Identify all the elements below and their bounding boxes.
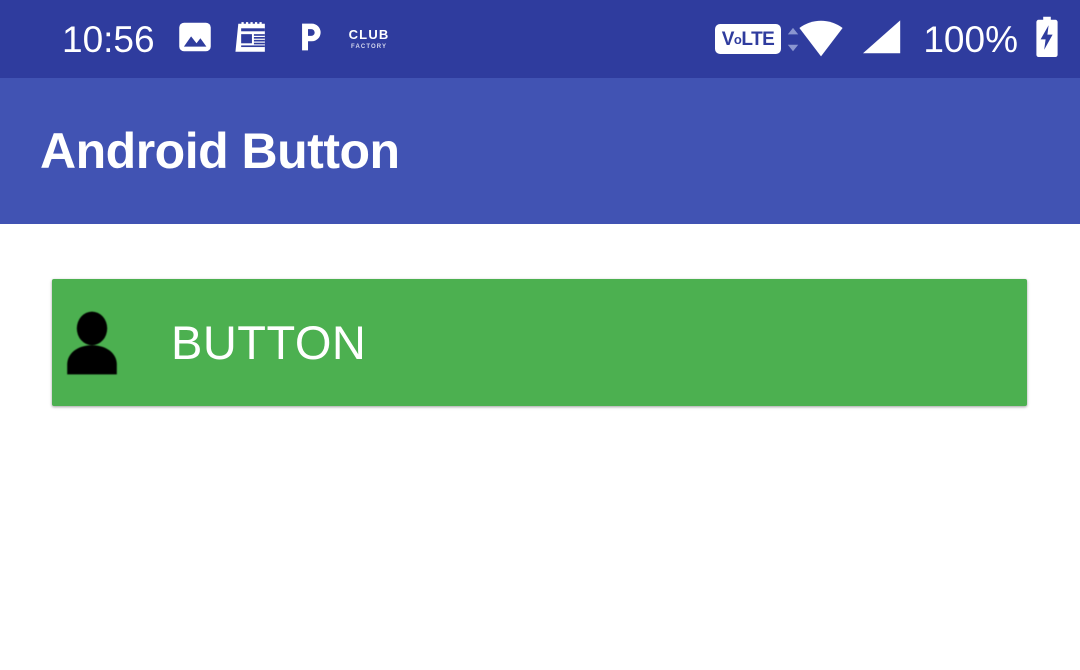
phone-screen: 10:56 CLUB FACTORY VoLTE 100% Android Bu… bbox=[0, 0, 1080, 670]
gallery-icon bbox=[177, 19, 213, 60]
main-content: BUTTON bbox=[0, 224, 1080, 670]
club-factory-bottom-label: FACTORY bbox=[351, 44, 388, 50]
wifi-icon bbox=[788, 20, 845, 58]
button[interactable]: BUTTON bbox=[52, 279, 1027, 406]
app-bar: Android Button bbox=[0, 78, 1080, 224]
status-bar-clock: 10:56 bbox=[62, 18, 155, 60]
phonepe-icon bbox=[293, 20, 327, 59]
status-bar-left-group: 10:56 CLUB FACTORY bbox=[62, 19, 390, 60]
status-bar: 10:56 CLUB FACTORY VoLTE 100% bbox=[0, 0, 1080, 78]
club-factory-top-label: CLUB bbox=[348, 27, 390, 42]
data-transfer-arrows-icon bbox=[786, 27, 800, 58]
volte-label: VoLTE bbox=[721, 28, 775, 50]
battery-charging-icon bbox=[1034, 16, 1060, 63]
cellular-signal-icon bbox=[861, 18, 903, 61]
club-factory-icon: CLUB FACTORY bbox=[349, 28, 390, 50]
button-label: BUTTON bbox=[171, 316, 367, 369]
news-icon bbox=[235, 19, 271, 60]
status-bar-right-group: VoLTE 100% bbox=[714, 16, 1060, 63]
account-person-icon bbox=[60, 308, 124, 378]
volte-icon: VoLTE bbox=[714, 24, 782, 54]
battery-percentage-label: 100% bbox=[923, 18, 1018, 60]
page-title: Android Button bbox=[40, 123, 400, 179]
